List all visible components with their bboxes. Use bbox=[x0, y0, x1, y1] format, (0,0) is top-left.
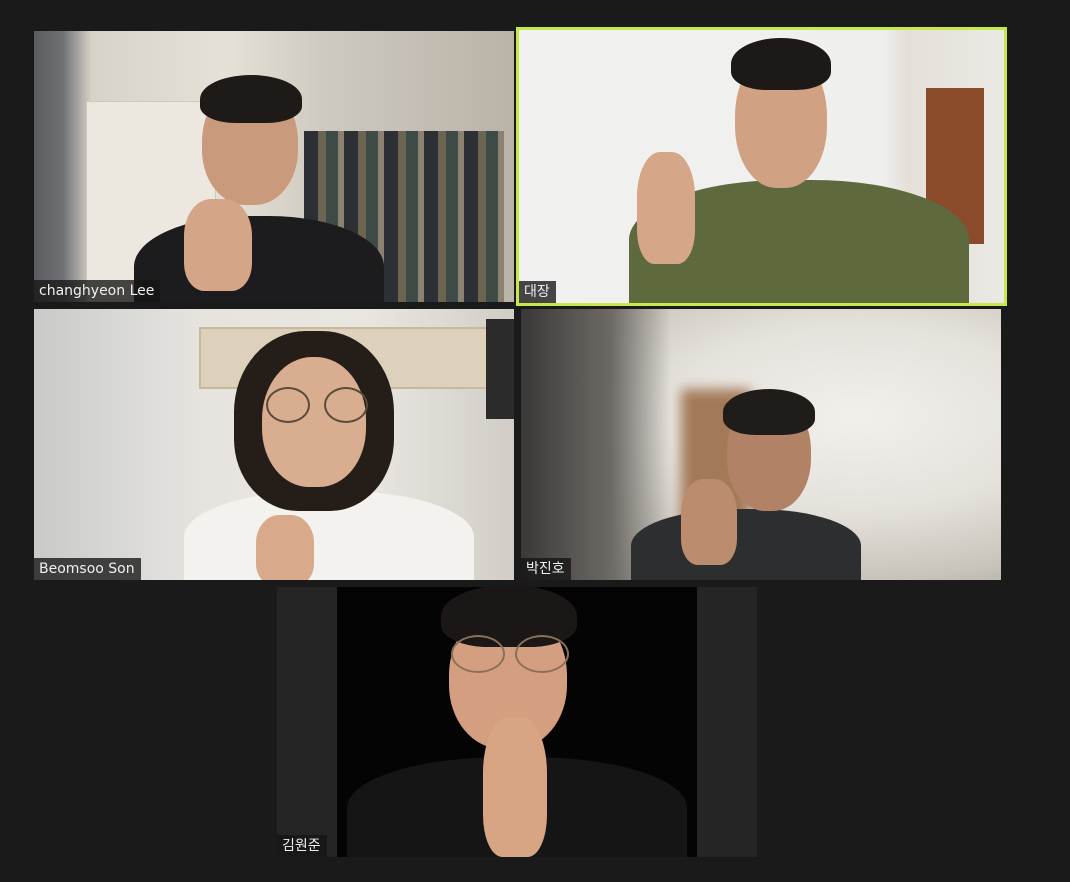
wall-object bbox=[486, 319, 514, 419]
participant-name: changhyeon Lee bbox=[34, 280, 161, 302]
participant-video bbox=[34, 309, 514, 580]
participant-tile-changhyeon-lee[interactable]: changhyeon Lee bbox=[34, 31, 514, 302]
participant-tile-active-speaker[interactable]: 대장 bbox=[516, 27, 1007, 306]
participant-tile-kim-wonjun[interactable]: 김원준 bbox=[277, 587, 757, 857]
participant-name: 김원준 bbox=[277, 835, 327, 857]
video-gallery: changhyeon Lee 대장 Beomsoo Son 박진호 김원준 bbox=[0, 0, 1070, 882]
participant-video bbox=[337, 587, 697, 857]
participant-video bbox=[34, 31, 514, 302]
participant-tile-beomsoo-son[interactable]: Beomsoo Son bbox=[34, 309, 514, 580]
participant-name: Beomsoo Son bbox=[34, 558, 141, 580]
participant-video bbox=[519, 30, 1004, 303]
participant-tile-park-jinho[interactable]: 박진호 bbox=[521, 309, 1001, 580]
shirt-print bbox=[719, 270, 849, 303]
participant-video bbox=[521, 309, 1001, 580]
participant-name: 박진호 bbox=[521, 558, 571, 580]
participant-name: 대장 bbox=[519, 281, 556, 303]
